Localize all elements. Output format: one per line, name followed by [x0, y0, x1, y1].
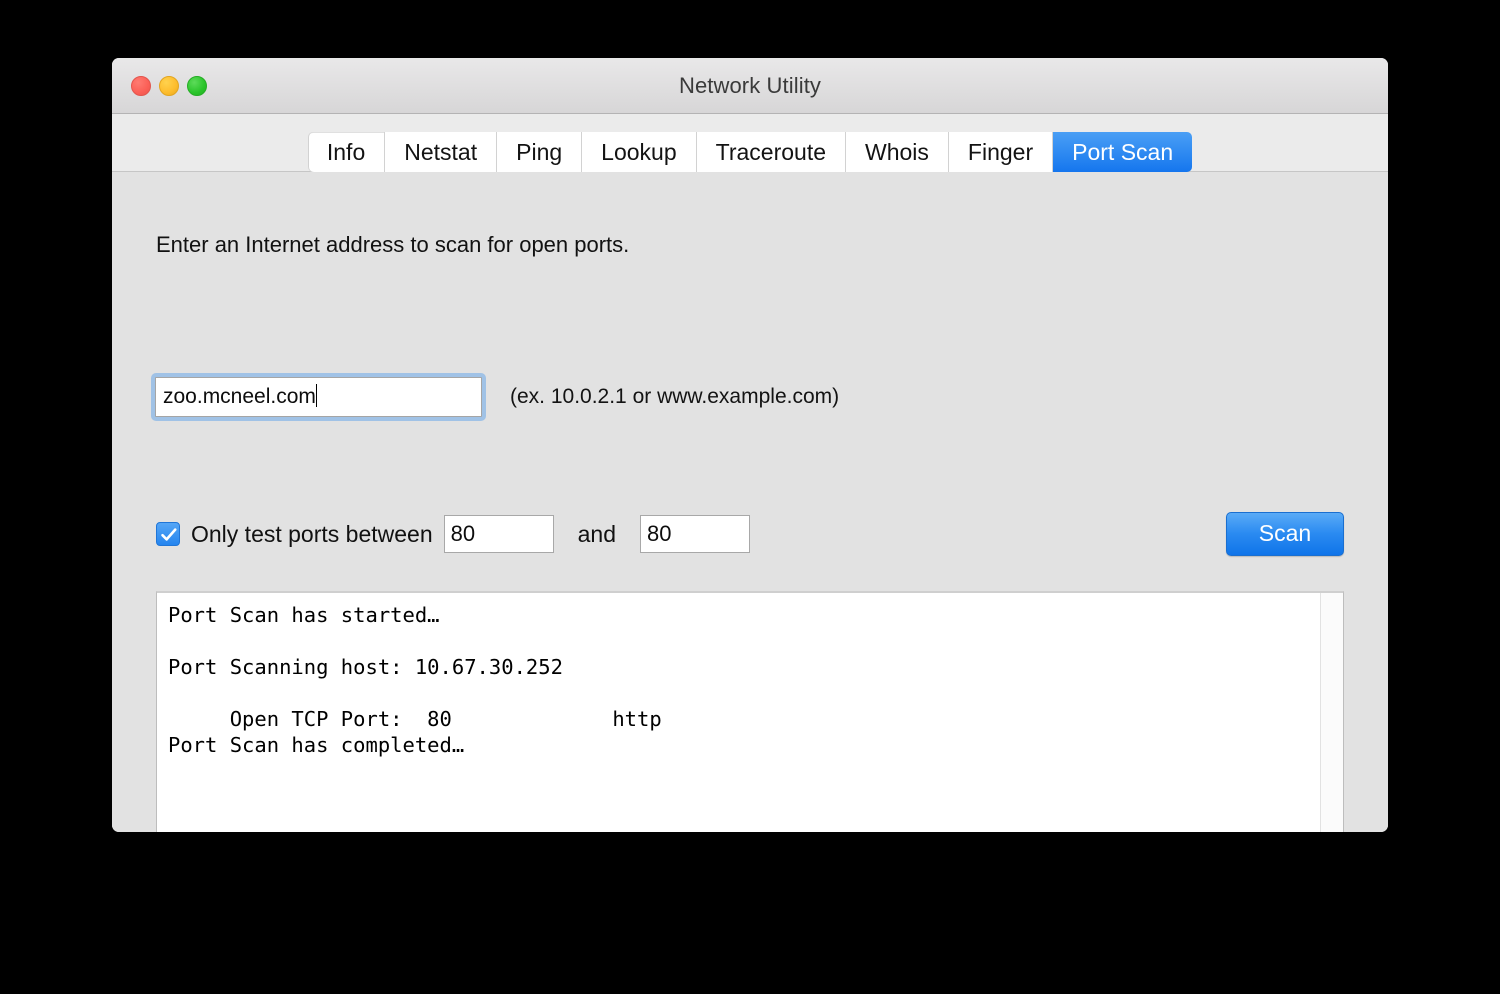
window-controls — [131, 75, 207, 96]
close-button-icon[interactable] — [131, 75, 151, 96]
address-input[interactable]: zoo.mcneel.com — [155, 377, 482, 417]
tab-group: Info Netstat Ping Lookup Traceroute Whoi… — [307, 132, 1193, 172]
address-input-value: zoo.mcneel.com — [163, 385, 316, 408]
port-scan-panel: Enter an Internet address to scan for op… — [112, 172, 1388, 832]
console-output-text: Port Scan has started… Port Scanning hos… — [168, 603, 662, 757]
tab-info[interactable]: Info — [307, 132, 386, 172]
port-to-input[interactable]: 80 — [640, 515, 750, 553]
window-title: Network Utility — [678, 72, 822, 98]
tab-whois[interactable]: Whois — [846, 132, 949, 172]
tab-traceroute[interactable]: Traceroute — [696, 132, 847, 172]
address-hint: (ex. 10.0.2.1 or www.example.com) — [510, 385, 840, 408]
network-utility-window: Network Utility Info Netstat Ping Lookup… — [112, 58, 1388, 832]
title-bar[interactable]: Network Utility — [112, 58, 1388, 114]
port-from-input[interactable]: 80 — [443, 515, 554, 553]
output-console-panel: Port Scan has started… Port Scanning hos… — [156, 591, 1344, 832]
maximize-button-icon[interactable] — [187, 75, 207, 96]
minimize-button-icon[interactable] — [159, 75, 179, 96]
instruction-text: Enter an Internet address to scan for op… — [156, 232, 630, 257]
tab-bar: Info Netstat Ping Lookup Traceroute Whoi… — [112, 114, 1388, 172]
tab-port-scan[interactable]: Port Scan — [1053, 132, 1193, 172]
port-range-row: Only test ports between 80 and 80 Scan — [156, 512, 1344, 556]
only-test-ports-checkbox[interactable] — [156, 522, 180, 546]
and-label: and — [577, 520, 616, 547]
only-test-ports-label: Only test ports between — [191, 520, 433, 547]
scan-button[interactable]: Scan — [1226, 512, 1344, 556]
tab-lookup[interactable]: Lookup — [582, 132, 697, 172]
address-focus-ring: zoo.mcneel.com — [151, 373, 486, 421]
tab-netstat[interactable]: Netstat — [385, 132, 498, 172]
address-row: zoo.mcneel.com (ex. 10.0.2.1 or www.exam… — [151, 373, 839, 421]
tab-ping[interactable]: Ping — [497, 132, 583, 172]
tab-finger[interactable]: Finger — [948, 132, 1054, 172]
console-scrollbar[interactable] — [1320, 593, 1343, 832]
checkmark-icon — [161, 528, 177, 541]
text-caret — [315, 384, 318, 407]
